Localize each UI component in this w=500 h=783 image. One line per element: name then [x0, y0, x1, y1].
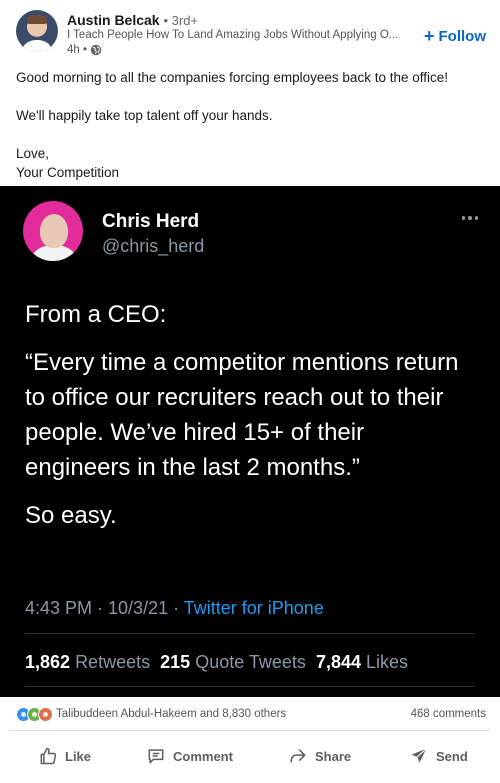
likes-label: Likes	[366, 652, 409, 672]
tweet-author-handle: @chris_herd	[102, 236, 205, 256]
tweet-paragraph: From a CEO:	[25, 301, 167, 328]
quotes-count: 215	[160, 652, 191, 672]
author-name[interactable]: Austin Belcak	[67, 12, 160, 28]
comment-label: Comment	[173, 748, 233, 764]
share-arrow-icon	[290, 749, 306, 763]
love-reaction-icon	[38, 707, 53, 722]
retweets-count: 1,862	[25, 652, 71, 672]
plus-icon: +	[423, 26, 435, 46]
like-button[interactable]: Like	[38, 746, 91, 766]
post-time: 4h •	[67, 44, 88, 56]
author-line: Austin Belcak • 3rd+	[67, 12, 198, 28]
send-label: Send	[436, 748, 468, 764]
tweet-timestamp: 4:43 PM · 10/3/21 · Twitter for iPhone	[25, 598, 324, 619]
retweets-label: Retweets	[75, 652, 151, 672]
author-headline: I Teach People How To Land Amazing Jobs …	[67, 29, 399, 41]
post-text-line: Your Competition	[16, 165, 120, 180]
post-text-line: We'll happily take top talent off your h…	[16, 108, 273, 123]
post-text-line: Love,	[16, 146, 50, 161]
avatar-shirt	[23, 40, 51, 52]
social-counts: Talibuddeen Abdul-Hakeem and 8,830 other…	[0, 700, 500, 728]
like-label: Like	[65, 748, 92, 764]
tweet-image[interactable]: Chris Herd @chris_herd From a CEO: “Ever…	[0, 186, 500, 697]
connection-degree: • 3rd+	[163, 13, 199, 28]
comment-button[interactable]: Comment	[146, 746, 233, 766]
avatar-head	[40, 214, 68, 248]
quotes-label: Quote Tweets	[195, 652, 306, 672]
post-header: Austin Belcak • 3rd+ I Teach People How …	[0, 0, 500, 62]
comment-icon	[148, 749, 164, 764]
post-text-line: Good morning to all the companies forcin…	[16, 70, 448, 85]
tweet-body: From a CEO: “Every time a competitor men…	[25, 297, 475, 546]
follow-label: Follow	[438, 28, 487, 45]
reactions[interactable]	[16, 707, 53, 722]
tweet-paragraph: “Every time a competitor mentions return…	[25, 349, 459, 481]
more-options-icon	[461, 216, 478, 220]
tweet-avatar	[23, 201, 83, 261]
divider	[10, 730, 490, 731]
share-label: Share	[315, 748, 352, 764]
send-button[interactable]: Send	[409, 746, 468, 766]
tweet-source: Twitter for iPhone	[183, 598, 324, 618]
tweet-time-text: 4:43 PM · 10/3/21 ·	[25, 598, 184, 618]
tweet-divider	[25, 686, 475, 687]
author-avatar[interactable]	[16, 10, 58, 52]
follow-button[interactable]: + Follow	[424, 26, 486, 47]
tweet-stats: 1,862 Retweets 215 Quote Tweets 7,844 Li…	[25, 652, 408, 673]
tweet-paragraph: So easy.	[25, 502, 117, 529]
comments-count[interactable]: 468 comments	[411, 708, 486, 720]
post-text: Good morning to all the companies forcin…	[16, 68, 486, 182]
likes-count: 7,844	[315, 652, 361, 672]
post-meta: 4h •	[67, 44, 102, 56]
action-bar: Like Comment Share Send	[0, 740, 500, 776]
tweet-divider	[25, 633, 475, 634]
globe-icon	[90, 44, 102, 56]
avatar-hair	[27, 15, 47, 24]
share-button[interactable]: Share	[288, 746, 351, 766]
tweet-author-name: Chris Herd	[102, 211, 200, 232]
thumbs-up-icon	[40, 747, 57, 765]
reactors-count[interactable]: Talibuddeen Abdul-Hakeem and 8,830 other…	[56, 708, 286, 720]
send-icon	[411, 748, 427, 763]
